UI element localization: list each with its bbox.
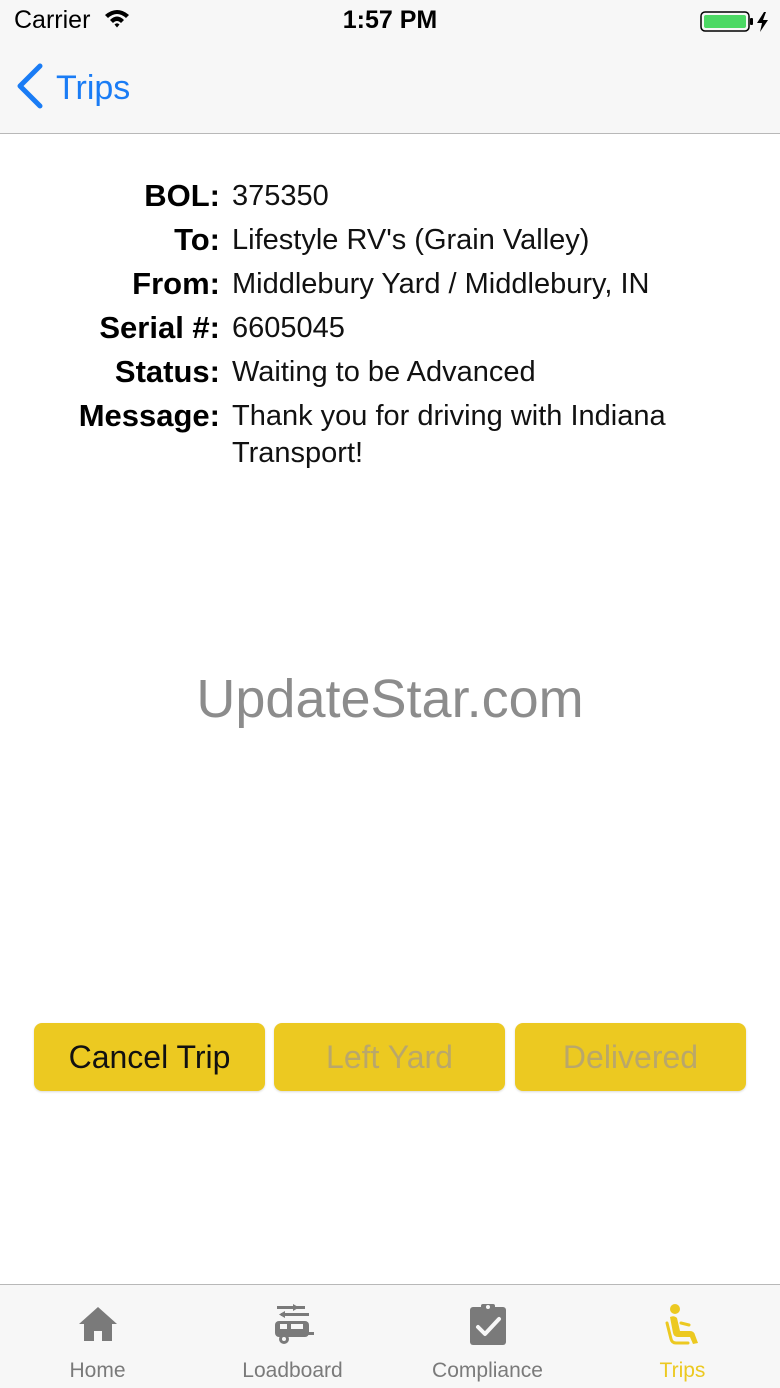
message-value: Thank you for driving with Indiana Trans… — [232, 400, 666, 469]
rv-icon — [195, 1303, 390, 1347]
tab-compliance[interactable]: Compliance — [390, 1285, 585, 1388]
battery-icon — [700, 10, 772, 39]
status-bar: Carrier 1:57 PM — [0, 0, 780, 42]
tab-bar: Home Loadboard Compliance Trips — [0, 1284, 780, 1388]
detail-row-message: Message: Thank you for driving with Indi… — [0, 394, 780, 472]
bol-value: 375350 — [232, 180, 329, 212]
from-label: From: — [132, 266, 220, 301]
navigation-bar: Trips — [0, 42, 780, 134]
chevron-left-icon — [14, 63, 44, 114]
seated-person-icon — [585, 1303, 780, 1347]
tab-trips-label: Trips — [659, 1359, 706, 1382]
to-value: Lifestyle RV's (Grain Valley) — [232, 224, 590, 256]
tab-home[interactable]: Home — [0, 1285, 195, 1388]
delivered-button: Delivered — [515, 1023, 746, 1091]
tab-loadboard[interactable]: Loadboard — [195, 1285, 390, 1388]
tab-compliance-label: Compliance — [432, 1359, 543, 1382]
from-value: Middlebury Yard / Middlebury, IN — [232, 268, 650, 300]
trip-details: BOL: 375350 To: Lifestyle RV's (Grain Va… — [0, 174, 780, 472]
back-label: Trips — [56, 68, 131, 107]
message-label: Message: — [78, 398, 220, 433]
tab-home-label: Home — [69, 1359, 126, 1382]
detail-row-status: Status: Waiting to be Advanced — [0, 350, 780, 394]
cancel-trip-button[interactable]: Cancel Trip — [34, 1023, 265, 1091]
detail-row-bol: BOL: 375350 — [0, 174, 780, 218]
clipboard-check-icon — [390, 1303, 585, 1347]
status-value: Waiting to be Advanced — [232, 356, 536, 388]
bol-label: BOL: — [144, 178, 220, 213]
back-button[interactable]: Trips — [14, 63, 131, 114]
to-label: To: — [174, 222, 220, 257]
serial-value: 6605045 — [232, 312, 345, 344]
status-label: Status: — [114, 354, 220, 389]
home-icon — [0, 1303, 195, 1347]
clock: 1:57 PM — [342, 6, 438, 34]
left-yard-button: Left Yard — [274, 1023, 505, 1091]
serial-label: Serial #: — [99, 310, 220, 345]
detail-row-serial: Serial #: 6605045 — [0, 306, 780, 350]
watermark: UpdateStar.com — [196, 669, 584, 729]
detail-row-to: To: Lifestyle RV's (Grain Valley) — [0, 218, 780, 262]
tab-trips[interactable]: Trips — [585, 1285, 780, 1388]
detail-row-from: From: Middlebury Yard / Middlebury, IN — [0, 262, 780, 306]
tab-loadboard-label: Loadboard — [242, 1359, 343, 1382]
